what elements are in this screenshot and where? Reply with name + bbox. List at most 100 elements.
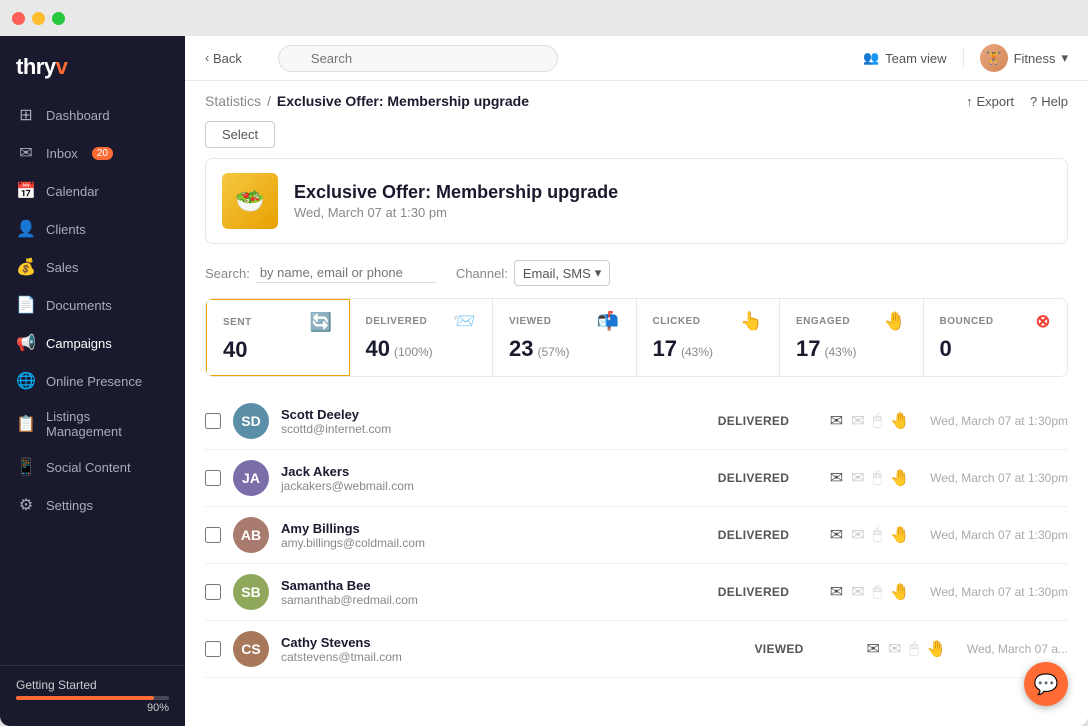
user-menu[interactable]: 🏋️ Fitness ▾ [980, 44, 1068, 72]
breadcrumb-parent[interactable]: Statistics [205, 93, 261, 109]
open-icon[interactable]: ✉ [888, 639, 901, 659]
sidebar-item-clients[interactable]: 👤 Clients [0, 210, 185, 248]
sidebar-item-settings[interactable]: ⚙ Settings [0, 486, 185, 524]
campaign-info: Exclusive Offer: Membership upgrade Wed,… [294, 182, 618, 220]
stat-card-viewed[interactable]: VIEWED 📬 23(57%) [493, 299, 637, 376]
channel-select[interactable]: Email, SMS ▾ [514, 260, 610, 286]
engage-icon[interactable]: 🤚 [890, 525, 910, 545]
open-icon[interactable]: ✉ [851, 582, 864, 602]
search-filter-label: Search: [205, 266, 250, 281]
contact-search-input[interactable] [256, 263, 436, 283]
sidebar-item-documents[interactable]: 📄 Documents [0, 286, 185, 324]
top-bar: ‹ Back 🔍 👥 Team view 🏋️ Fitness [185, 36, 1088, 81]
stat-label-viewed: VIEWED 📬 [509, 311, 620, 332]
user-label: Fitness [1014, 51, 1056, 66]
click-icon[interactable]: 🖱 [873, 583, 883, 601]
contact-name: Scott Deeley [281, 407, 706, 422]
sidebar-footer: Getting Started 90% [0, 665, 185, 726]
stat-sub-clicked: (43%) [681, 345, 713, 359]
email-icon[interactable]: ✉ [830, 582, 843, 602]
stat-value-sent: 40 [223, 337, 333, 363]
sidebar-item-campaigns[interactable]: 📢 Campaigns [0, 324, 185, 362]
contact-checkbox[interactable] [205, 470, 221, 486]
clients-icon: 👤 [16, 219, 36, 239]
select-bar: Select [185, 117, 1088, 158]
progress-bar-background [16, 696, 169, 700]
online-presence-icon: 🌐 [16, 371, 36, 391]
back-button[interactable]: ‹ Back [205, 51, 242, 66]
sidebar-item-label: Inbox [46, 146, 78, 161]
select-button[interactable]: Select [205, 121, 275, 148]
contact-row: SD Scott Deeley scottd@internet.com DELI… [205, 393, 1068, 450]
app-body: thryv ⊞ Dashboard ✉ Inbox 20 📅 Calendar … [0, 36, 1088, 726]
page-actions: ↑ Export ? Help [966, 94, 1068, 109]
click-icon[interactable]: 🖱 [909, 640, 919, 658]
stat-value-bounced: 0 [940, 336, 1052, 362]
help-label: Help [1041, 94, 1068, 109]
breadcrumb-current: Exclusive Offer: Membership upgrade [277, 93, 529, 109]
stat-card-bounced[interactable]: BOUNCED ⊗ 0 [924, 299, 1068, 376]
engage-icon[interactable]: 🤚 [890, 468, 910, 488]
channel-value: Email, SMS [523, 266, 591, 281]
sidebar-item-social[interactable]: 📱 Social Content [0, 448, 185, 486]
delivered-stat-icon: 📨 [453, 311, 476, 332]
sidebar-item-sales[interactable]: 💰 Sales [0, 248, 185, 286]
getting-started-label: Getting Started [16, 678, 169, 692]
contact-date: Wed, March 07 a... [967, 642, 1068, 656]
page-header: Statistics / Exclusive Offer: Membership… [185, 81, 1088, 117]
stat-card-engaged[interactable]: ENGAGED 🤚 17(43%) [780, 299, 924, 376]
traffic-lights [12, 12, 65, 25]
open-icon[interactable]: ✉ [851, 468, 864, 488]
email-icon[interactable]: ✉ [830, 411, 843, 431]
contact-status: DELIVERED [718, 471, 818, 485]
stat-card-clicked[interactable]: CLICKED 👆 17(43%) [637, 299, 781, 376]
engaged-stat-icon: 🤚 [884, 311, 907, 332]
engage-icon[interactable]: 🤚 [927, 639, 947, 659]
inbox-icon: ✉ [16, 143, 36, 163]
email-icon[interactable]: ✉ [867, 639, 880, 659]
stat-card-delivered[interactable]: DELIVERED 📨 40(100%) [350, 299, 494, 376]
contact-checkbox[interactable] [205, 527, 221, 543]
contact-checkbox[interactable] [205, 413, 221, 429]
breadcrumb-separator: / [267, 93, 271, 109]
contact-avatar: SB [233, 574, 269, 610]
sidebar-item-dashboard[interactable]: ⊞ Dashboard [0, 96, 185, 134]
team-view-button[interactable]: 👥 Team view [863, 50, 947, 66]
email-icon[interactable]: ✉ [830, 468, 843, 488]
click-icon[interactable]: 🖱 [873, 469, 883, 487]
channel-chevron-icon: ▾ [595, 265, 602, 281]
maximize-button[interactable] [52, 12, 65, 25]
stat-card-sent[interactable]: SENT 🔄 40 [205, 298, 351, 377]
clicked-stat-icon: 👆 [740, 311, 763, 332]
chat-button[interactable]: 💬 [1024, 662, 1068, 706]
progress-bar-fill [16, 696, 154, 700]
export-button[interactable]: ↑ Export [966, 94, 1014, 109]
email-icon[interactable]: ✉ [830, 525, 843, 545]
contact-checkbox[interactable] [205, 641, 221, 657]
contact-status: VIEWED [755, 642, 855, 656]
contact-date: Wed, March 07 at 1:30pm [930, 528, 1068, 542]
open-icon[interactable]: ✉ [851, 525, 864, 545]
sidebar-item-label: Dashboard [46, 108, 110, 123]
open-icon[interactable]: ✉ [851, 411, 864, 431]
help-button[interactable]: ? Help [1030, 94, 1068, 109]
sidebar-item-inbox[interactable]: ✉ Inbox 20 [0, 134, 185, 172]
close-button[interactable] [12, 12, 25, 25]
click-icon[interactable]: 🖱 [873, 412, 883, 430]
contact-date: Wed, March 07 at 1:30pm [930, 585, 1068, 599]
contact-name: Samantha Bee [281, 578, 706, 593]
search-input[interactable] [278, 45, 558, 72]
sidebar-item-listings[interactable]: 📋 Listings Management [0, 400, 185, 448]
calendar-icon: 📅 [16, 181, 36, 201]
engage-icon[interactable]: 🤚 [890, 582, 910, 602]
contact-row: CS Cathy Stevens catstevens@tmail.com VI… [205, 621, 1068, 678]
contact-email: catstevens@tmail.com [281, 650, 743, 664]
engage-icon[interactable]: 🤚 [890, 411, 910, 431]
sidebar-item-online-presence[interactable]: 🌐 Online Presence [0, 362, 185, 400]
sidebar-item-calendar[interactable]: 📅 Calendar [0, 172, 185, 210]
sidebar-item-label: Social Content [46, 460, 131, 475]
contact-checkbox[interactable] [205, 584, 221, 600]
minimize-button[interactable] [32, 12, 45, 25]
contact-email: amy.billings@coldmail.com [281, 536, 706, 550]
click-icon[interactable]: 🖱 [873, 526, 883, 544]
